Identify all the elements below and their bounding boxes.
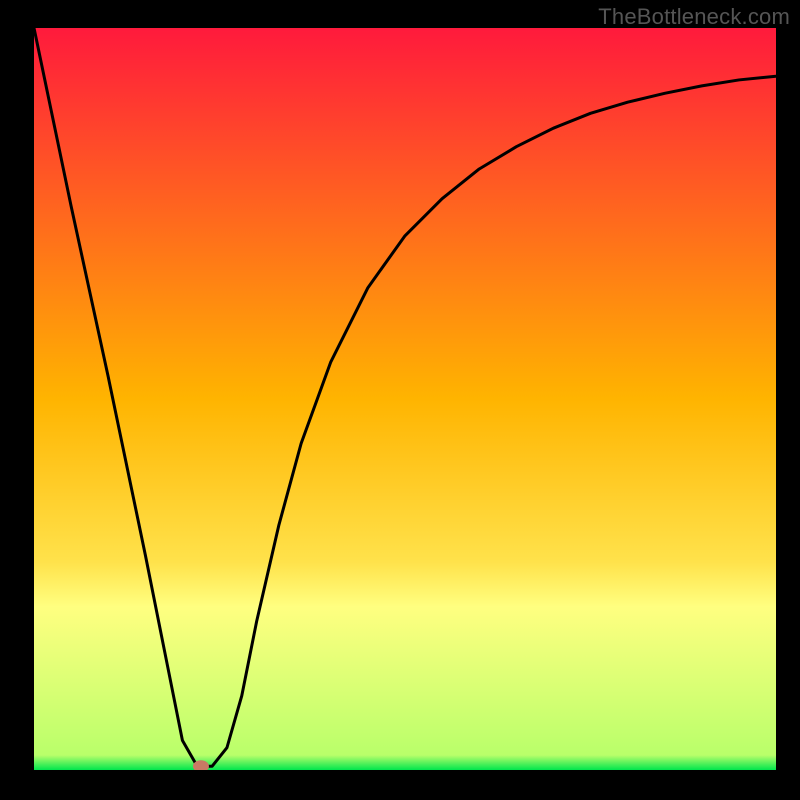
- chart-svg: [34, 28, 776, 770]
- gradient-background: [34, 28, 776, 770]
- chart-frame: TheBottleneck.com: [0, 0, 800, 800]
- plot-area: [34, 28, 776, 770]
- watermark-text: TheBottleneck.com: [598, 4, 790, 30]
